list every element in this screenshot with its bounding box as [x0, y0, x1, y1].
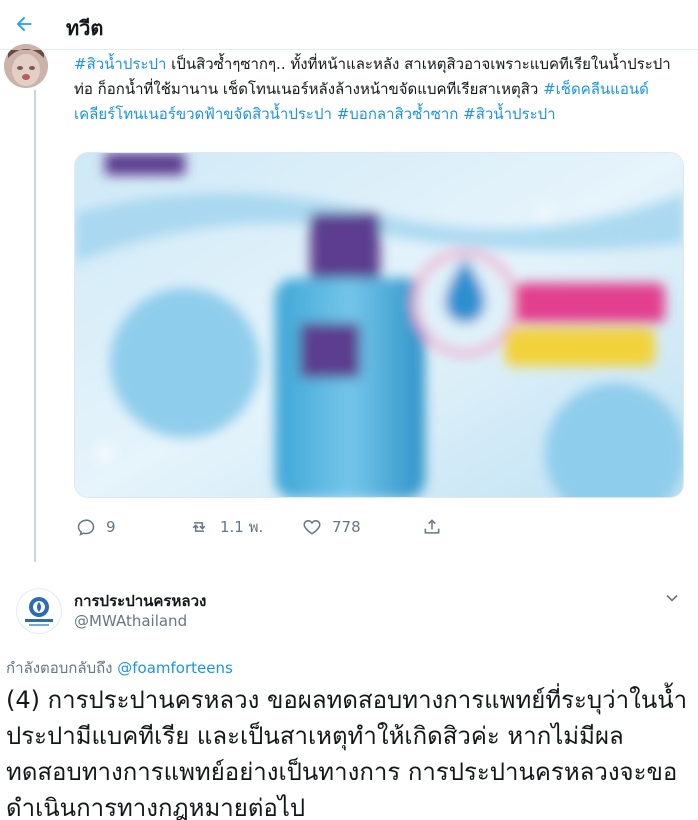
share-button[interactable]	[422, 512, 452, 542]
tweet-media[interactable]	[74, 152, 684, 498]
replying-to-line: กำลังตอบกลับถึง @foamforteens	[6, 656, 233, 680]
share-icon	[424, 519, 440, 534]
replying-to-prefix: กำลังตอบกลับถึง	[6, 659, 118, 677]
thread-line	[34, 90, 36, 562]
like-button[interactable]: 778	[302, 512, 361, 542]
heart-icon	[303, 519, 321, 535]
reply-text: (4) การประปานครหลวง ขอผลทดสอบทางการแพทย์…	[6, 686, 688, 820]
more-options-button[interactable]	[662, 588, 682, 608]
tweet-actions: 9 1.1 พ. 778	[74, 512, 686, 542]
replying-to-handle[interactable]: @foamforteens	[117, 659, 233, 677]
hashtag-link[interactable]: #สิวน้ำประปา	[463, 105, 555, 123]
mwa-logo-avatar[interactable]	[16, 588, 62, 634]
like-count: 778	[332, 518, 361, 536]
reply-button[interactable]: 9	[76, 512, 116, 542]
retweet-count: 1.1 พ.	[220, 518, 264, 536]
chevron-down-icon	[666, 594, 678, 602]
top-bar: ทวีต	[0, 0, 698, 50]
avatar[interactable]	[4, 44, 48, 88]
tweet-text: #สิวน้ำประปา เป็นสิวซ้ำๆซากๆ.. ทั้งที่หน…	[74, 52, 686, 127]
back-button[interactable]	[10, 10, 38, 38]
reply-icon	[77, 519, 95, 536]
page-title: ทวีต	[66, 16, 104, 40]
retweet-icon	[192, 522, 206, 532]
retweet-button[interactable]: 1.1 พ.	[188, 512, 263, 542]
reply-count: 9	[106, 518, 116, 536]
arrow-left-icon	[16, 16, 32, 32]
author-name[interactable]: การประปานครหลวง	[74, 589, 206, 613]
hashtag-link[interactable]: #บอกลาสิวซ้ำซาก	[337, 105, 459, 123]
hashtag-link[interactable]: #สิวน้ำประปา	[74, 55, 166, 73]
author-handle[interactable]: @MWAthailand	[74, 612, 187, 630]
